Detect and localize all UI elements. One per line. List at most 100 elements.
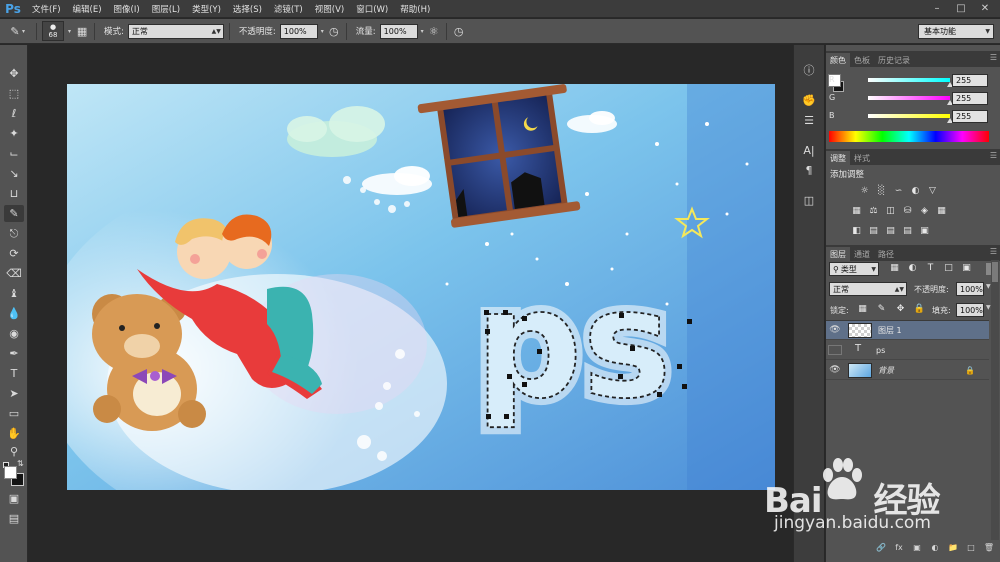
eye-icon[interactable]: 👁: [826, 365, 844, 375]
flow-arrow-icon[interactable]: ▾: [421, 28, 424, 35]
filter-adjustment-icon[interactable]: ◐: [906, 262, 919, 274]
layer-row-text[interactable]: T ps: [826, 341, 989, 360]
scrollbar-thumb[interactable]: [992, 262, 998, 282]
preset-arrow-icon[interactable]: ▾: [22, 28, 25, 35]
brush-tool-icon[interactable]: ✎: [4, 205, 24, 222]
tab-paths[interactable]: 路径: [874, 247, 898, 261]
flow-input[interactable]: 100%: [379, 23, 418, 39]
mode-select[interactable]: 正常 ▲▼: [127, 23, 224, 39]
healing-brush-tool-icon[interactable]: ⊔: [4, 185, 24, 202]
eye-icon[interactable]: 👁: [826, 325, 844, 335]
black-white-icon[interactable]: ◫: [884, 205, 897, 217]
brightness-contrast-icon[interactable]: ☼: [858, 185, 871, 197]
hue-saturation-icon[interactable]: ▦: [850, 205, 863, 217]
blur-tool-icon[interactable]: 💧: [4, 305, 24, 322]
filter-shape-icon[interactable]: □: [942, 262, 955, 274]
channel-value-input[interactable]: 255: [952, 92, 988, 105]
menu-select[interactable]: 选择(S): [227, 3, 268, 15]
minimize-icon[interactable]: –: [926, 0, 948, 17]
marquee-tool-icon[interactable]: ⬚: [4, 85, 24, 102]
color-slider-r[interactable]: R 255: [826, 73, 1000, 89]
posterize-icon[interactable]: ▤: [867, 225, 880, 237]
foreground-color-swatch[interactable]: [4, 466, 17, 479]
chevron-down-icon[interactable]: ▼: [986, 304, 991, 311]
filter-type-icon[interactable]: T: [924, 262, 937, 274]
brush-presets-icon[interactable]: ✊: [799, 91, 819, 109]
menu-type[interactable]: 类型(Y): [186, 3, 227, 15]
blend-mode-select[interactable]: 正常 ▲▼: [829, 282, 907, 296]
slider-track[interactable]: [868, 78, 950, 82]
brush-tool-preset-icon[interactable]: ✎: [8, 24, 22, 38]
levels-icon[interactable]: ░: [875, 185, 888, 197]
channel-value-input[interactable]: 255: [952, 110, 988, 123]
panel-menu-icon[interactable]: ☰: [990, 247, 997, 256]
color-spectrum-bar[interactable]: [829, 131, 989, 142]
panel-menu-icon[interactable]: ☰: [990, 53, 997, 62]
path-selection-tool-icon[interactable]: ➤: [4, 385, 24, 402]
slider-track[interactable]: [868, 114, 950, 118]
layer-row-layer1[interactable]: 👁 图层 1: [826, 321, 989, 340]
opacity-arrow-icon[interactable]: ▾: [321, 28, 324, 35]
screen-mode-icon[interactable]: ▤: [4, 510, 24, 527]
magic-wand-tool-icon[interactable]: ✦: [4, 125, 24, 142]
history-brush-tool-icon[interactable]: ⟳: [4, 245, 24, 262]
color-balance-icon[interactable]: ⚖: [867, 205, 880, 217]
pressure-opacity-icon[interactable]: ◷: [327, 24, 341, 38]
menu-help[interactable]: 帮助(H): [394, 3, 436, 15]
clone-stamp-tool-icon[interactable]: ⎋: [4, 225, 24, 242]
info-icon[interactable]: ⓘ: [799, 61, 819, 79]
adjust-sliders-icon[interactable]: ☰: [799, 111, 819, 129]
crop-tool-icon[interactable]: ⌙: [4, 145, 24, 162]
lasso-tool-icon[interactable]: ℓ: [4, 105, 24, 122]
brush-size-picker[interactable]: ● 68: [42, 21, 65, 41]
hand-tool-icon[interactable]: ✋: [4, 425, 24, 442]
layer-row-background[interactable]: 👁 背景 🔒: [826, 361, 989, 380]
quick-mask-icon[interactable]: ▣: [4, 490, 24, 507]
photo-filter-icon[interactable]: ⛁: [901, 205, 914, 217]
maximize-icon[interactable]: □: [950, 0, 972, 17]
gradient-map-icon[interactable]: ▣: [918, 225, 931, 237]
selective-color-icon[interactable]: ▤: [901, 225, 914, 237]
visibility-toggle-off[interactable]: [828, 345, 842, 355]
color-slider-g[interactable]: G 255: [826, 91, 1000, 107]
color-slider-b[interactable]: B 255: [826, 109, 1000, 125]
brush-picker-arrow-icon[interactable]: ▾: [68, 28, 71, 35]
type-tool-icon[interactable]: T: [4, 365, 24, 382]
menu-image[interactable]: 图像(I): [108, 3, 146, 15]
menu-view[interactable]: 视图(V): [309, 3, 350, 15]
lock-transparency-icon[interactable]: ▦: [856, 303, 869, 315]
rectangle-tool-icon[interactable]: ▭: [4, 405, 24, 422]
lock-pixels-icon[interactable]: ✎: [875, 303, 888, 315]
paint-bucket-tool-icon[interactable]: ♝: [4, 285, 24, 302]
menu-layer[interactable]: 图层(L): [146, 3, 186, 15]
workspace-select[interactable]: 基本功能 ▼: [918, 24, 994, 39]
menu-file[interactable]: 文件(F): [26, 3, 67, 15]
tab-styles[interactable]: 样式: [850, 151, 874, 165]
fill-input[interactable]: 100%: [956, 303, 984, 317]
layer-comps-icon[interactable]: ◫: [799, 191, 819, 209]
lock-position-icon[interactable]: ✥: [894, 303, 907, 315]
tab-history[interactable]: 历史记录: [874, 53, 914, 67]
swap-colors-icon[interactable]: ⇅: [17, 459, 24, 468]
pen-tool-icon[interactable]: ✒: [4, 345, 24, 362]
chevron-down-icon[interactable]: ▼: [986, 283, 991, 290]
eyedropper-tool-icon[interactable]: ↘: [4, 165, 24, 182]
tab-color[interactable]: 颜色: [826, 53, 850, 67]
panel-menu-icon[interactable]: ☰: [990, 151, 997, 160]
opacity-input[interactable]: 100%: [279, 23, 318, 39]
exposure-icon[interactable]: ◐: [909, 185, 922, 197]
filter-pixel-icon[interactable]: ▦: [888, 262, 901, 274]
layer-opacity-input[interactable]: 100%: [956, 282, 984, 296]
lock-all-icon[interactable]: 🔒: [913, 303, 926, 315]
menu-edit[interactable]: 编辑(E): [67, 3, 108, 15]
invert-icon[interactable]: ◧: [850, 225, 863, 237]
channel-mixer-icon[interactable]: ◈: [918, 205, 931, 217]
dodge-tool-icon[interactable]: ◉: [4, 325, 24, 342]
threshold-icon[interactable]: ▤: [884, 225, 897, 237]
channel-value-input[interactable]: 255: [952, 74, 988, 87]
airbrush-icon[interactable]: ⚛: [427, 24, 441, 38]
pressure-size-icon[interactable]: ◷: [452, 24, 466, 38]
document-canvas[interactable]: ps ps: [67, 84, 775, 490]
tab-channels[interactable]: 通道: [850, 247, 874, 261]
character-icon[interactable]: A|: [799, 141, 819, 159]
